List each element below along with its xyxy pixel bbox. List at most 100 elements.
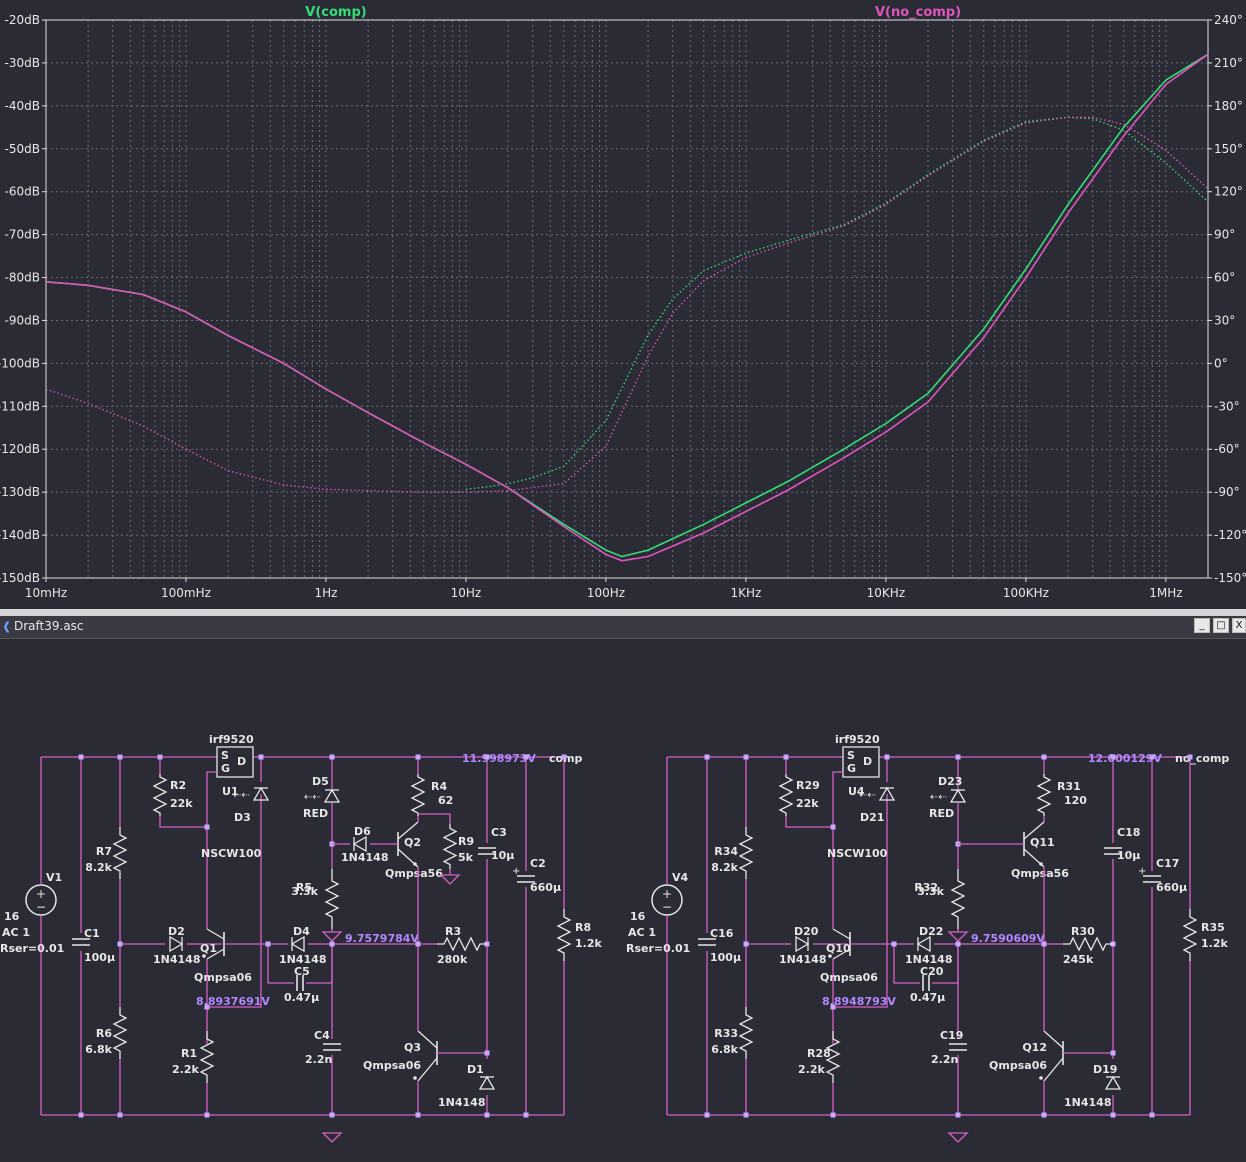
junction-dot (329, 1112, 335, 1118)
ground-symbol (321, 1132, 343, 1143)
y-tick-label: -130dB (0, 485, 40, 499)
led-arrows: ⇠⇠ (233, 790, 250, 801)
junction-dot (484, 754, 490, 760)
component-label: D3 (234, 811, 251, 824)
diode-body (352, 835, 367, 853)
source-plus: + (662, 887, 672, 901)
component-label: R2 (170, 779, 186, 792)
component-R31 (1036, 774, 1052, 816)
bjt-arrow (413, 1076, 417, 1080)
junction-dot (484, 1050, 490, 1056)
component-label: 10µ (491, 849, 514, 862)
component-R4 (410, 774, 426, 816)
polarity-mark: + (512, 866, 520, 877)
diode-body (478, 1075, 496, 1090)
bjt-collector (206, 928, 225, 940)
component-label: C20 (920, 965, 944, 978)
junction-dot (1110, 1112, 1116, 1118)
junction-dot (415, 1112, 421, 1118)
component-R6 (112, 1007, 128, 1059)
y2-tick-label: -30° (1214, 399, 1240, 413)
y-tick-label: -110dB (0, 399, 40, 413)
component-label: D2 (168, 925, 185, 938)
junction-dot (1110, 1050, 1116, 1056)
y2-tick-label: 30° (1214, 313, 1235, 327)
component-label: 2.2k (798, 1063, 825, 1076)
mosfet-pin-s: S (221, 749, 229, 762)
schematic-editor[interactable]: + − V1 16 AC 1 Rser=0.01 C1 100µ R7 8.2k R6 6.8k R2 2… (0, 639, 1246, 1162)
component-label: Q1 (200, 942, 217, 955)
junction-dot (1041, 941, 1047, 947)
component-label: 5k (458, 851, 474, 864)
circuit-right: +−V416AC 1Rser=0.01C16100µR348.2kR336.8k… (626, 733, 1229, 1143)
component-label: Q2 (404, 836, 421, 849)
diode-body (1104, 1075, 1122, 1090)
component-D1 (478, 1075, 496, 1090)
component-D5: ⇠⇠ (304, 788, 341, 803)
junction-dot (1149, 754, 1155, 760)
junction-dot (78, 754, 84, 760)
component-label: RED (303, 807, 328, 820)
y-tick-label: -100dB (0, 356, 40, 370)
led-arrows: ⇠⇠ (930, 792, 947, 803)
component-label: 1N4148 (341, 851, 388, 864)
diode-body (290, 935, 305, 953)
y-tick-label: -50dB (5, 142, 40, 156)
y-tick-label: -20dB (5, 13, 40, 27)
component-label: R35 (1201, 921, 1225, 934)
junction-dot (955, 1112, 961, 1118)
legend-label-comp[interactable]: V(comp) (305, 5, 366, 20)
junction-dot (117, 754, 123, 760)
x-tick-label: 1KHz (730, 586, 761, 600)
y2-tick-label: 210° (1214, 56, 1243, 70)
component-label: 2.2k (172, 1063, 199, 1076)
component-label: 1N4148 (153, 953, 200, 966)
component-label: C2 (530, 857, 546, 870)
component-R8 (556, 909, 572, 961)
component-label: Qmpsa06 (989, 1059, 1047, 1072)
junction-dot (258, 754, 264, 760)
trace-no-comp-phase (45, 116, 1209, 493)
junction-dot (117, 1112, 123, 1118)
component-label: C3 (491, 826, 507, 839)
component-C19 (949, 1043, 967, 1051)
component-R3 (437, 936, 487, 952)
component-label: R29 (796, 779, 820, 792)
x-tick-label: 10KHz (867, 586, 905, 600)
component-label: D1 (467, 1063, 484, 1076)
component-R30 (1063, 936, 1113, 952)
source-minus: − (662, 900, 672, 914)
x-tick-label: 10Hz (451, 586, 482, 600)
plot-grid (42, 19, 1209, 579)
y-tick-label: -90dB (5, 313, 40, 327)
junction-dot (204, 1112, 210, 1118)
component-label: C1 (84, 927, 100, 940)
waveform-plot-pane[interactable]: -20dB -30dB -40dB -50dB -60dB -70dB -80dB -90dB… (0, 0, 1246, 609)
x-tick-label: 1MHz (1149, 586, 1182, 600)
schematic-canvas[interactable]: +−V116AC 1Rser=0.01C1100µR78.2kR66.8kR22… (0, 639, 1246, 1162)
ground-symbol (321, 931, 343, 942)
close-button[interactable]: X (1232, 618, 1246, 633)
pane-splitter[interactable] (0, 609, 1246, 616)
component-D20 (795, 935, 810, 953)
component-label: Qmpsa06 (363, 1059, 421, 1072)
component-label: AC 1 (628, 926, 656, 939)
y2-tick-label: 150° (1214, 142, 1243, 156)
minimize-button[interactable]: _ (1194, 618, 1210, 633)
y2-tick-label: 0° (1214, 356, 1228, 370)
component-label: NSCW100 (827, 847, 888, 860)
component-label: 1N4148 (1064, 1096, 1111, 1109)
component-R1 (199, 1031, 215, 1083)
component-R34 (738, 827, 754, 879)
component-label: R28 (807, 1047, 831, 1060)
legend-label-no-comp[interactable]: V(no_comp) (875, 5, 961, 20)
y2-tick-label: 180° (1214, 99, 1243, 113)
trace-no-comp-magnitude (45, 53, 1209, 562)
component-label: 2.2n (931, 1053, 958, 1066)
y-tick-label: -120dB (0, 442, 40, 456)
schematic-window-titlebar[interactable]: ❰ Draft39.asc _ □ X (0, 616, 1246, 639)
maximize-button[interactable]: □ (1213, 618, 1229, 633)
wire (206, 771, 217, 827)
component-label: no_comp (1175, 752, 1229, 765)
bode-plot[interactable]: -20dB -30dB -40dB -50dB -60dB -70dB -80dB -90dB… (0, 0, 1246, 609)
